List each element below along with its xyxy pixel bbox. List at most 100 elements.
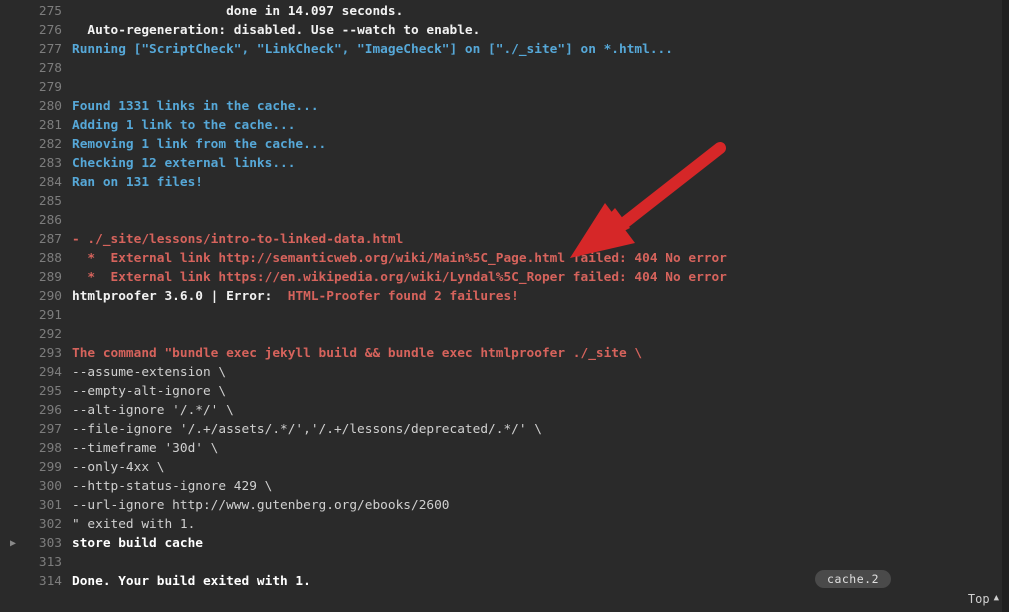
line-number[interactable]: 294 (0, 363, 72, 382)
log-line: 285 (0, 192, 1009, 211)
log-line: 277Running ["ScriptCheck", "LinkCheck", … (0, 40, 1009, 59)
line-content: Checking 12 external links... (72, 154, 1009, 173)
line-content: Running ["ScriptCheck", "LinkCheck", "Im… (72, 40, 1009, 59)
line-number[interactable]: 313 (0, 553, 72, 572)
line-number[interactable]: 302 (0, 515, 72, 534)
log-line: 297--file-ignore '/.+/assets/.*/','/.+/l… (0, 420, 1009, 439)
log-text: --http-status-ignore 429 \ (72, 479, 272, 494)
line-number[interactable]: 280 (0, 97, 72, 116)
top-button-label: Top (968, 592, 990, 606)
line-number[interactable]: 287 (0, 230, 72, 249)
line-content: Ran on 131 files! (72, 173, 1009, 192)
line-number[interactable]: 300 (0, 477, 72, 496)
log-text: --alt-ignore '/.*/' \ (72, 403, 234, 418)
log-text: --empty-alt-ignore \ (72, 384, 226, 399)
log-text: * External link http://semanticweb.org/w… (87, 251, 726, 266)
line-number[interactable]: 288 (0, 249, 72, 268)
log-text: Checking 12 external links... (72, 156, 295, 171)
line-number[interactable]: 292 (0, 325, 72, 344)
log-viewport: 275 done in 14.097 seconds.276 Auto-rege… (0, 0, 1009, 612)
line-number[interactable]: 301 (0, 496, 72, 515)
log-text: done in 14.097 seconds. (226, 4, 403, 19)
line-content: --assume-extension \ (72, 363, 1009, 382)
line-content: The command "bundle exec jekyll build &&… (72, 344, 1009, 363)
line-number[interactable]: 276 (0, 21, 72, 40)
log-text: --only-4xx \ (72, 460, 164, 475)
line-number[interactable]: 279 (0, 78, 72, 97)
line-content: " exited with 1. (72, 515, 1009, 534)
log-line: 280Found 1331 links in the cache... (0, 97, 1009, 116)
log-line: 275 done in 14.097 seconds. (0, 2, 1009, 21)
log-line: 301--url-ignore http://www.gutenberg.org… (0, 496, 1009, 515)
log-text: --assume-extension \ (72, 365, 226, 380)
line-number[interactable]: 275 (0, 2, 72, 21)
line-number[interactable]: 299 (0, 458, 72, 477)
log-text: - ./_site/lessons/intro-to-linked-data.h… (72, 232, 403, 247)
scroll-to-top-button[interactable]: Top ▲ (968, 592, 999, 606)
line-number[interactable]: 286 (0, 211, 72, 230)
log-line: 279 (0, 78, 1009, 97)
log-line: 284Ran on 131 files! (0, 173, 1009, 192)
caret-up-icon: ▲ (994, 593, 999, 603)
log-text: Auto-regeneration: disabled. Use --watch… (87, 23, 480, 38)
log-line: 283Checking 12 external links... (0, 154, 1009, 173)
log-text: --timeframe '30d' \ (72, 441, 218, 456)
line-content: - ./_site/lessons/intro-to-linked-data.h… (72, 230, 1009, 249)
line-content: Adding 1 link to the cache... (72, 116, 1009, 135)
line-content: done in 14.097 seconds. (72, 2, 1009, 21)
log-text: --file-ignore '/.+/assets/.*/','/.+/less… (72, 422, 542, 437)
log-line: 293The command "bundle exec jekyll build… (0, 344, 1009, 363)
line-number[interactable]: 289 (0, 268, 72, 287)
scrollbar[interactable] (1002, 0, 1009, 612)
log-line: 278 (0, 59, 1009, 78)
line-number[interactable]: 297 (0, 420, 72, 439)
log-text: The command "bundle exec jekyll build &&… (72, 346, 642, 361)
line-number[interactable]: 293 (0, 344, 72, 363)
line-content: --only-4xx \ (72, 458, 1009, 477)
line-content: --empty-alt-ignore \ (72, 382, 1009, 401)
log-text: * External link https://en.wikipedia.org… (87, 270, 726, 285)
line-number[interactable]: 277 (0, 40, 72, 59)
line-number[interactable]: 284 (0, 173, 72, 192)
line-number[interactable]: 303 (0, 534, 72, 553)
line-content: Found 1331 links in the cache... (72, 97, 1009, 116)
log-text: Done. Your build exited with 1. (72, 574, 311, 589)
log-text: " exited with 1. (72, 517, 195, 532)
log-line: 289 * External link https://en.wikipedia… (0, 268, 1009, 287)
line-number[interactable]: 296 (0, 401, 72, 420)
log-text: --url-ignore http://www.gutenberg.org/eb… (72, 498, 450, 513)
line-number[interactable]: 285 (0, 192, 72, 211)
line-number[interactable]: 298 (0, 439, 72, 458)
line-content: Auto-regeneration: disabled. Use --watch… (72, 21, 1009, 40)
log-text: store build cache (72, 536, 203, 551)
log-line: 296--alt-ignore '/.*/' \ (0, 401, 1009, 420)
line-number[interactable]: 295 (0, 382, 72, 401)
log-line: 299--only-4xx \ (0, 458, 1009, 477)
line-number[interactable]: 282 (0, 135, 72, 154)
log-line: 302" exited with 1. (0, 515, 1009, 534)
line-number[interactable]: 283 (0, 154, 72, 173)
log-line: 282Removing 1 link from the cache... (0, 135, 1009, 154)
log-line: 295--empty-alt-ignore \ (0, 382, 1009, 401)
line-number[interactable]: 278 (0, 59, 72, 78)
line-number[interactable]: 290 (0, 287, 72, 306)
line-content: store build cache (72, 534, 1009, 553)
log-text: htmlproofer 3.6.0 | Error: (72, 289, 288, 304)
log-text: Adding 1 link to the cache... (72, 118, 295, 133)
line-content: * External link http://semanticweb.org/w… (72, 249, 1009, 268)
line-number[interactable]: 314 (0, 572, 72, 591)
log-line: 286 (0, 211, 1009, 230)
line-number[interactable]: 281 (0, 116, 72, 135)
log-text: Ran on 131 files! (72, 175, 203, 190)
log-line: 294--assume-extension \ (0, 363, 1009, 382)
line-content: --timeframe '30d' \ (72, 439, 1009, 458)
log-line: 292 (0, 325, 1009, 344)
line-content: --url-ignore http://www.gutenberg.org/eb… (72, 496, 1009, 515)
log-line: 298--timeframe '30d' \ (0, 439, 1009, 458)
log-text: Running ["ScriptCheck", "LinkCheck", "Im… (72, 42, 673, 57)
line-content: htmlproofer 3.6.0 | Error: HTML-Proofer … (72, 287, 1009, 306)
line-number[interactable]: 291 (0, 306, 72, 325)
cache-badge: cache.2 (815, 570, 891, 588)
log-text: Found 1331 links in the cache... (72, 99, 319, 114)
log-lines[interactable]: 275 done in 14.097 seconds.276 Auto-rege… (0, 0, 1009, 591)
